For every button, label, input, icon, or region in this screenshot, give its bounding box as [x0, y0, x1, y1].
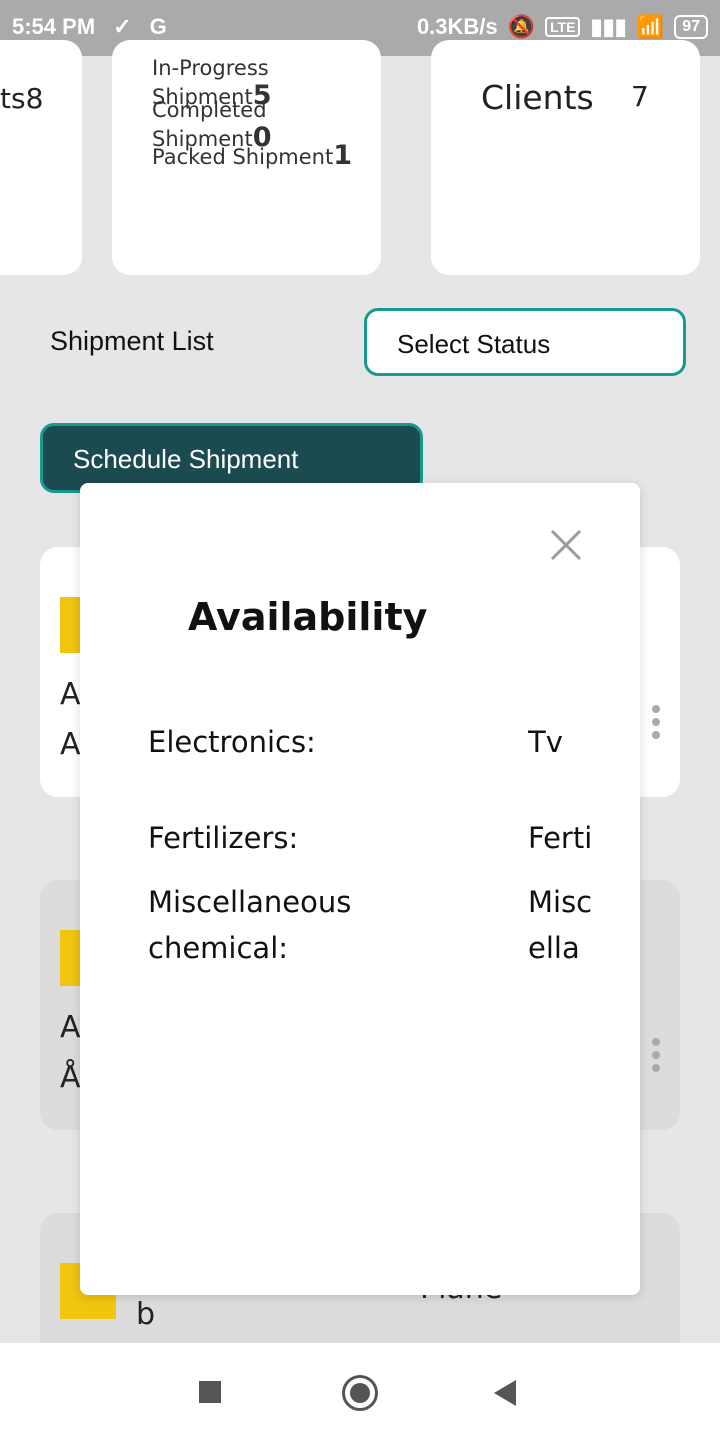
- availability-value: Miscellaneous c: [528, 885, 593, 965]
- dialog-title: Availability: [188, 595, 428, 639]
- volte-icon: LTE: [545, 17, 581, 37]
- signal-icon: ▮▮▮: [590, 14, 627, 39]
- status-time: 5:54 PM: [12, 14, 96, 39]
- availability-row-clipped: Miscellaneous chemical: Miscellaneous c: [148, 879, 598, 975]
- availability-list: Electronics: Tv Fertilizers: Ferti: [148, 719, 594, 885]
- mute-icon: 🔕: [507, 14, 536, 39]
- recents-icon[interactable]: [199, 1381, 221, 1403]
- wifi-icon: 📶: [636, 14, 665, 39]
- availability-key: Miscellaneous chemical:: [148, 885, 352, 965]
- close-icon[interactable]: [546, 525, 586, 565]
- back-icon[interactable]: [494, 1380, 516, 1406]
- availability-dialog: Availability Electronics: Tv Fertilizers…: [80, 483, 640, 1295]
- battery-indicator: 97: [674, 15, 708, 39]
- availability-value: Ferti: [528, 821, 593, 855]
- availability-key: Electronics:: [148, 725, 316, 759]
- availability-row: Fertilizers: Ferti: [148, 815, 594, 885]
- availability-row: Electronics: Tv: [148, 719, 594, 815]
- availability-value: Tv: [528, 725, 563, 759]
- net-speed: 0.3KB/s: [416, 14, 498, 39]
- home-icon[interactable]: [342, 1375, 378, 1411]
- system-nav-bar: [0, 1343, 720, 1440]
- g-icon: G: [149, 14, 167, 39]
- availability-key: Fertilizers:: [148, 821, 299, 855]
- check-icon: ✓: [113, 14, 132, 39]
